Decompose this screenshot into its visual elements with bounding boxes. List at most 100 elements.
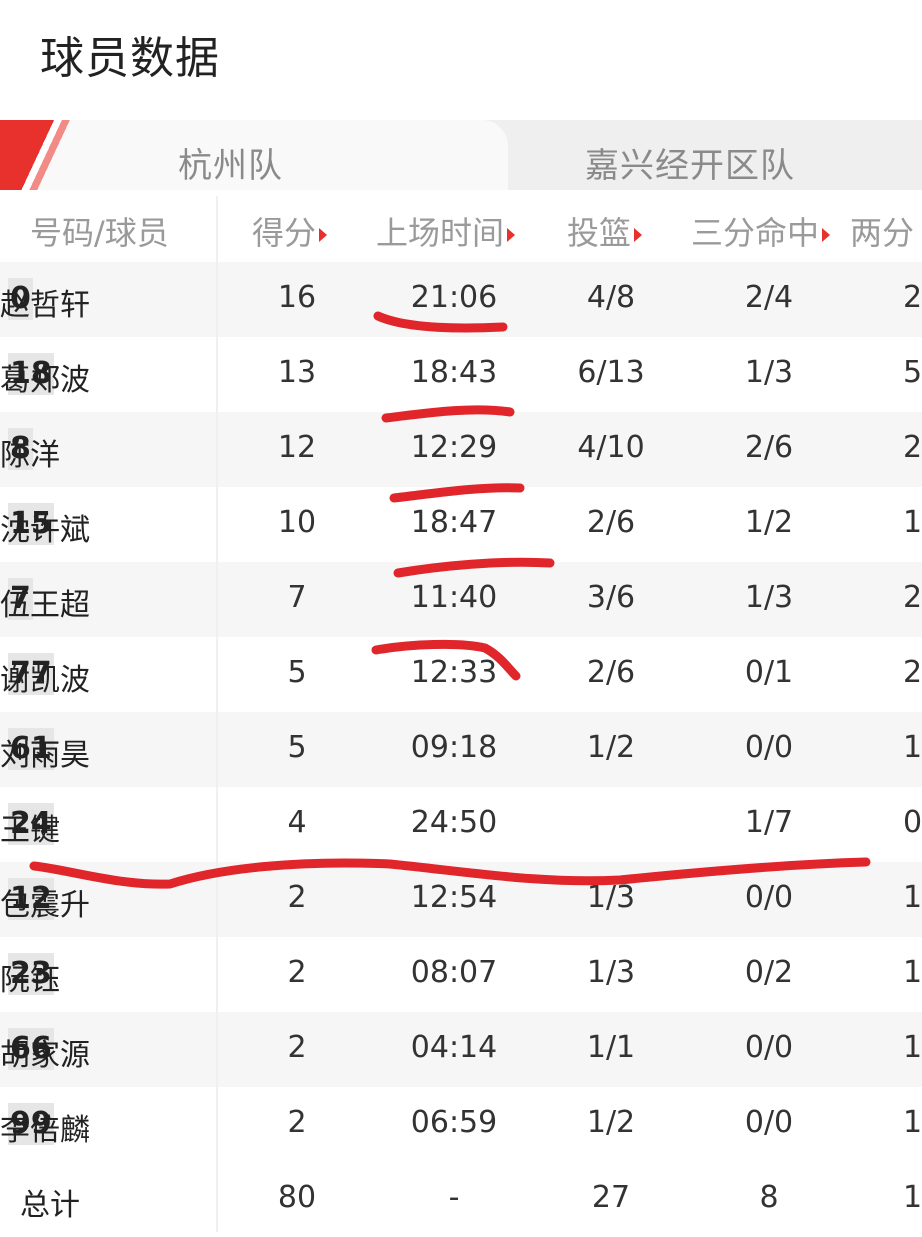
minutes-cell: 12:54: [410, 880, 498, 915]
sort-arrow-icon: [634, 228, 643, 242]
minutes-cell: 11:40: [410, 580, 498, 615]
header-field-goals[interactable]: 投篮: [567, 208, 643, 254]
two-pointers-cell: 1/: [903, 880, 922, 915]
two-pointers-cell: 1/: [903, 505, 922, 540]
player-name[interactable]: 刘雨昊: [0, 730, 90, 774]
field-goals-cell: 1/2: [586, 1105, 636, 1140]
field-goals-cell: 2/6: [586, 655, 636, 690]
tab-accent-stripe: [0, 120, 80, 190]
field-goals-cell: 2/6: [586, 505, 636, 540]
player-name[interactable]: 赵哲轩: [0, 280, 90, 324]
points-cell: 16: [277, 280, 317, 315]
player-name[interactable]: 李倍麟: [0, 1105, 90, 1149]
header-three-pointers[interactable]: 三分命中: [691, 208, 831, 254]
player-name[interactable]: 胡家源: [0, 1030, 90, 1074]
table-row[interactable]: 18葛郑波1318:436/131/35/: [0, 337, 922, 412]
three-pointers-cell: 1/2: [744, 505, 794, 540]
header-two-pointers[interactable]: 两分: [850, 208, 914, 254]
three-pointers-cell: 0/0: [744, 880, 794, 915]
player-stats-table: 0赵哲轩1621:064/82/42/18葛郑波1318:436/131/35/…: [0, 262, 922, 1237]
field-goals-cell: 3/6: [586, 580, 636, 615]
three-pointers-cell: 2/6: [744, 430, 794, 465]
three-pointers-cell: 2/4: [744, 280, 794, 315]
minutes-cell: 09:18: [410, 730, 498, 765]
three-pointers-cell: 1/3: [744, 355, 794, 390]
player-name[interactable]: 王键: [0, 805, 60, 849]
player-name[interactable]: 包震升: [0, 880, 90, 924]
field-goals-cell: 1/3: [586, 955, 636, 990]
table-row[interactable]: 23阮钰208:071/30/21/: [0, 937, 922, 1012]
header-points[interactable]: 得分: [252, 208, 328, 254]
total-two-pointers: 1: [903, 1180, 922, 1215]
three-pointers-cell: 0/2: [744, 955, 794, 990]
table-row[interactable]: 24王键424:501/70/: [0, 787, 922, 862]
field-goals-cell: 1/3: [586, 880, 636, 915]
minutes-cell: 24:50: [410, 805, 498, 840]
page-title: 球员数据: [40, 33, 220, 84]
minutes-cell: 04:14: [410, 1030, 498, 1065]
two-pointers-cell: 2/: [903, 655, 922, 690]
points-cell: 5: [287, 655, 307, 690]
field-goals-cell: 6/13: [577, 355, 645, 390]
two-pointers-cell: 2/: [903, 430, 922, 465]
three-pointers-cell: 0/0: [744, 730, 794, 765]
total-three-pointers: 8: [759, 1180, 779, 1215]
field-goals-cell: 4/8: [586, 280, 636, 315]
player-name[interactable]: 陈洋: [0, 430, 60, 474]
field-goals-cell: 1/2: [586, 730, 636, 765]
table-row[interactable]: 77谢凯波512:332/60/12/: [0, 637, 922, 712]
minutes-cell: 18:43: [410, 355, 498, 390]
player-name[interactable]: 谢凯波: [0, 655, 90, 699]
two-pointers-cell: 1/: [903, 955, 922, 990]
totals-label: 总计: [20, 1188, 80, 1223]
player-name[interactable]: 沈许斌: [0, 505, 90, 549]
points-cell: 2: [287, 1030, 307, 1065]
table-row[interactable]: 8陈洋1212:294/102/62/: [0, 412, 922, 487]
total-minutes: -: [448, 1180, 460, 1215]
table-row[interactable]: 66胡家源204:141/10/01/: [0, 1012, 922, 1087]
field-goals-cell: 1/1: [586, 1030, 636, 1065]
sort-arrow-icon: [822, 228, 831, 242]
points-cell: 12: [277, 430, 317, 465]
three-pointers-cell: 0/0: [744, 1030, 794, 1065]
player-name[interactable]: 伍王超: [0, 580, 90, 624]
three-pointers-cell: 0/0: [744, 1105, 794, 1140]
two-pointers-cell: 2/: [903, 580, 922, 615]
two-pointers-cell: 2/: [903, 280, 922, 315]
table-row[interactable]: 0赵哲轩1621:064/82/42/: [0, 262, 922, 337]
table-row[interactable]: 99李倍麟206:591/20/01/: [0, 1087, 922, 1162]
table-row[interactable]: 15沈许斌1018:472/61/21/: [0, 487, 922, 562]
total-field-goals: 27: [591, 1180, 631, 1215]
points-cell: 2: [287, 955, 307, 990]
player-name[interactable]: 阮钰: [0, 955, 60, 999]
sort-arrow-icon: [507, 228, 516, 242]
minutes-cell: 18:47: [410, 505, 498, 540]
points-cell: 13: [277, 355, 317, 390]
minutes-cell: 12:33: [410, 655, 498, 690]
minutes-cell: 06:59: [410, 1105, 498, 1140]
total-points: 80: [277, 1180, 317, 1215]
player-name[interactable]: 葛郑波: [0, 355, 90, 399]
points-cell: 4: [287, 805, 307, 840]
points-cell: 5: [287, 730, 307, 765]
two-pointers-cell: 1/: [903, 1105, 922, 1140]
two-pointers-cell: 5/: [903, 355, 922, 390]
minutes-cell: 21:06: [410, 280, 498, 315]
two-pointers-cell: 0/: [903, 805, 922, 840]
two-pointers-cell: 1/: [903, 730, 922, 765]
three-pointers-cell: 0/1: [744, 655, 794, 690]
table-row[interactable]: 12包震升212:541/30/01/: [0, 862, 922, 937]
three-pointers-cell: 1/7: [744, 805, 794, 840]
field-goals-cell: 4/10: [577, 430, 645, 465]
table-row[interactable]: 61刘雨昊509:181/20/01/: [0, 712, 922, 787]
totals-row: 总计 80 - 27 8 1: [0, 1162, 922, 1237]
header-player: 号码/球员: [30, 214, 169, 252]
three-pointers-cell: 1/3: [744, 580, 794, 615]
table-row[interactable]: 7伍王超711:403/61/32/: [0, 562, 922, 637]
tab-hangzhou-label[interactable]: 杭州队: [178, 138, 283, 187]
tab-jiaxing-label[interactable]: 嘉兴经开区队: [585, 138, 795, 187]
header-minutes[interactable]: 上场时间: [376, 208, 516, 254]
points-cell: 2: [287, 1105, 307, 1140]
team-tabs: 杭州队 嘉兴经开区队: [0, 120, 922, 190]
minutes-cell: 08:07: [410, 955, 498, 990]
